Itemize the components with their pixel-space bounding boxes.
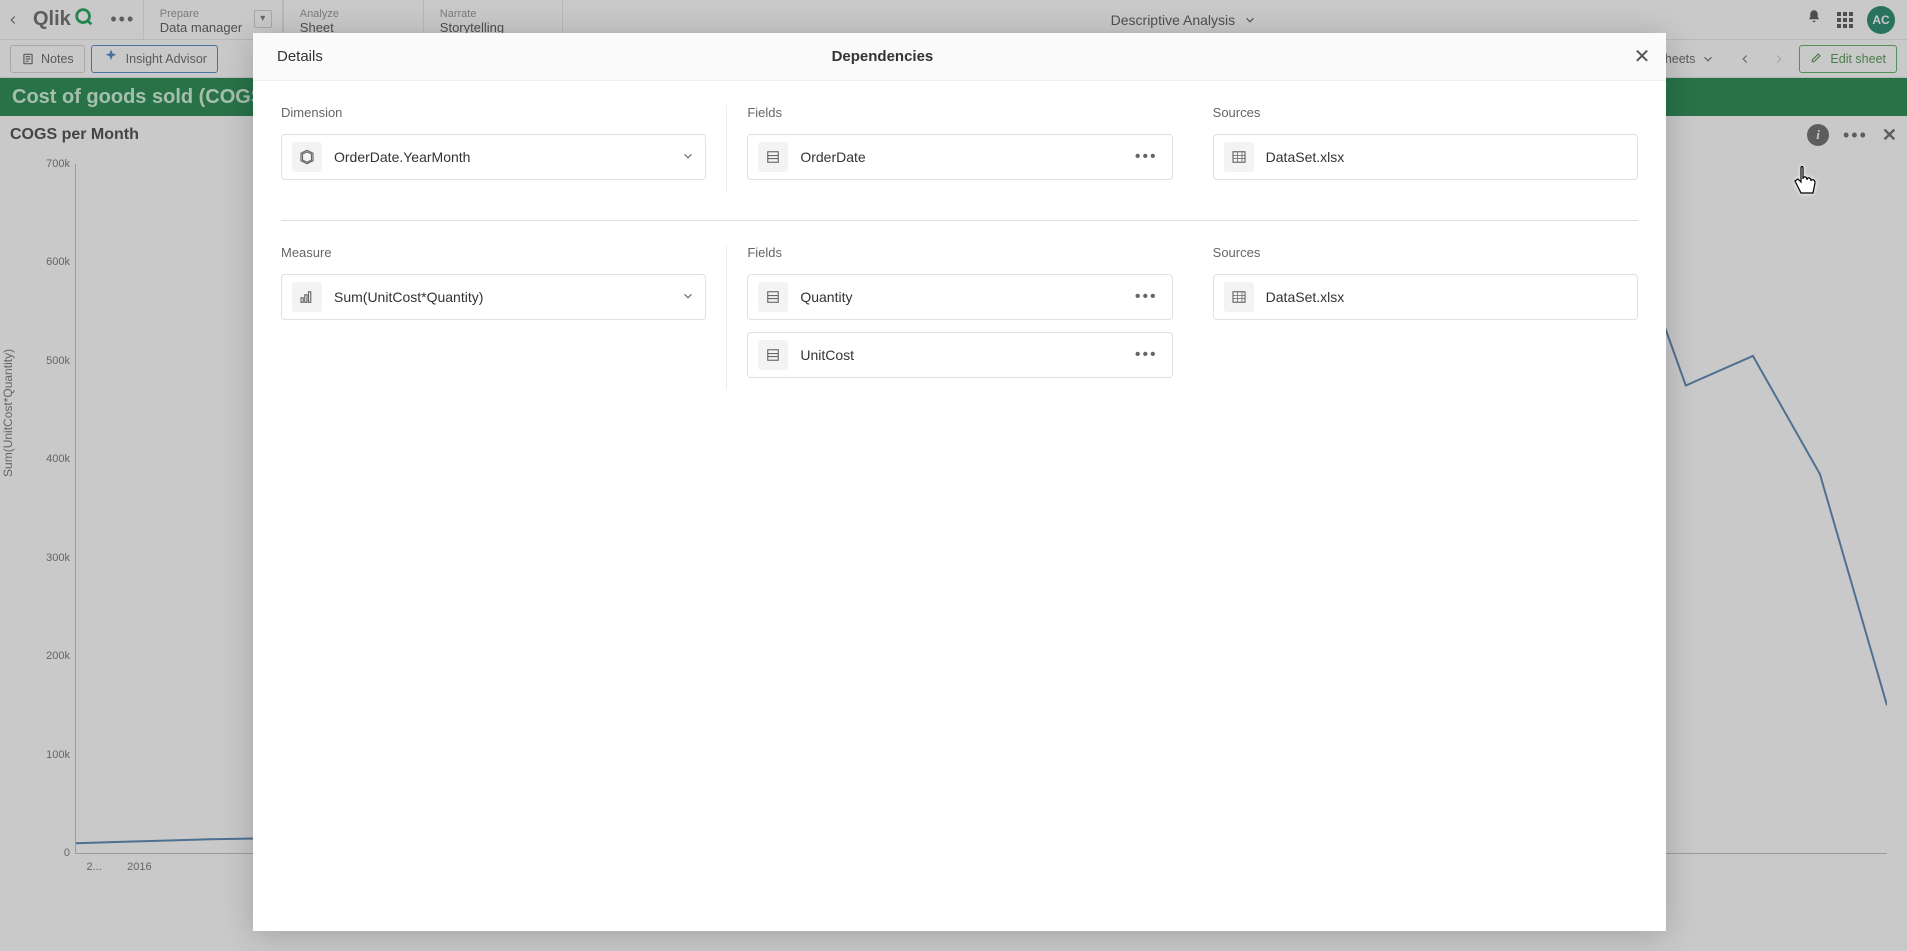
fields-heading: Fields xyxy=(747,105,1172,120)
close-icon: ✕ xyxy=(1634,44,1651,69)
divider xyxy=(281,220,1638,221)
dimension-heading: Dimension xyxy=(281,105,706,120)
cube-icon xyxy=(292,142,322,172)
dimension-item[interactable]: OrderDate.YearMonth xyxy=(281,134,706,180)
field-item[interactable]: Quantity ••• xyxy=(747,274,1172,320)
modal-tab-dependencies[interactable]: Dependencies xyxy=(147,33,1618,81)
modal-body: Dimension OrderDate.YearMonth Fields xyxy=(253,81,1666,931)
measure-sources-column: Sources DataSet.xlsx xyxy=(1193,245,1638,390)
field-item[interactable]: OrderDate ••• xyxy=(747,134,1172,180)
dimension-fields-column: Fields OrderDate ••• xyxy=(727,105,1192,192)
field-item[interactable]: UnitCost ••• xyxy=(747,332,1172,378)
table-icon xyxy=(1224,282,1254,312)
source-item[interactable]: DataSet.xlsx xyxy=(1213,134,1638,180)
dependencies-label: Dependencies xyxy=(832,48,934,65)
modal-header: Details Dependencies ✕ xyxy=(253,33,1666,81)
dimension-sources-column: Sources DataSet.xlsx xyxy=(1193,105,1638,192)
field-icon xyxy=(758,282,788,312)
dependency-row-dimension: Dimension OrderDate.YearMonth Fields xyxy=(281,105,1638,216)
field-more-button[interactable]: ••• xyxy=(1131,148,1162,166)
field-more-button[interactable]: ••• xyxy=(1131,346,1162,364)
field-icon xyxy=(758,340,788,370)
source-label: DataSet.xlsx xyxy=(1266,149,1627,165)
field-label: OrderDate xyxy=(800,149,1119,165)
measure-heading: Measure xyxy=(281,245,706,260)
dimension-label: OrderDate.YearMonth xyxy=(334,149,669,165)
field-more-button[interactable]: ••• xyxy=(1131,288,1162,306)
fields-heading: Fields xyxy=(747,245,1172,260)
measure-column: Measure Sum(UnitCost*Quantity) xyxy=(281,245,727,390)
field-icon xyxy=(758,142,788,172)
measure-item[interactable]: Sum(UnitCost*Quantity) xyxy=(281,274,706,320)
table-icon xyxy=(1224,142,1254,172)
chevron-down-icon[interactable] xyxy=(681,149,695,166)
measure-icon xyxy=(292,282,322,312)
source-item[interactable]: DataSet.xlsx xyxy=(1213,274,1638,320)
measure-label: Sum(UnitCost*Quantity) xyxy=(334,289,669,305)
sources-heading: Sources xyxy=(1213,245,1638,260)
measure-fields-column: Fields Quantity ••• UnitCost ••• xyxy=(727,245,1192,390)
field-label: Quantity xyxy=(800,289,1119,305)
dimension-column: Dimension OrderDate.YearMonth xyxy=(281,105,727,192)
dependency-row-measure: Measure Sum(UnitCost*Quantity) Fields xyxy=(281,245,1638,414)
modal-close-button[interactable]: ✕ xyxy=(1618,33,1666,81)
dependencies-modal: Details Dependencies ✕ Dimension OrderDa… xyxy=(253,33,1666,931)
field-label: UnitCost xyxy=(800,347,1119,363)
chevron-down-icon[interactable] xyxy=(681,289,695,306)
sources-heading: Sources xyxy=(1213,105,1638,120)
source-label: DataSet.xlsx xyxy=(1266,289,1627,305)
